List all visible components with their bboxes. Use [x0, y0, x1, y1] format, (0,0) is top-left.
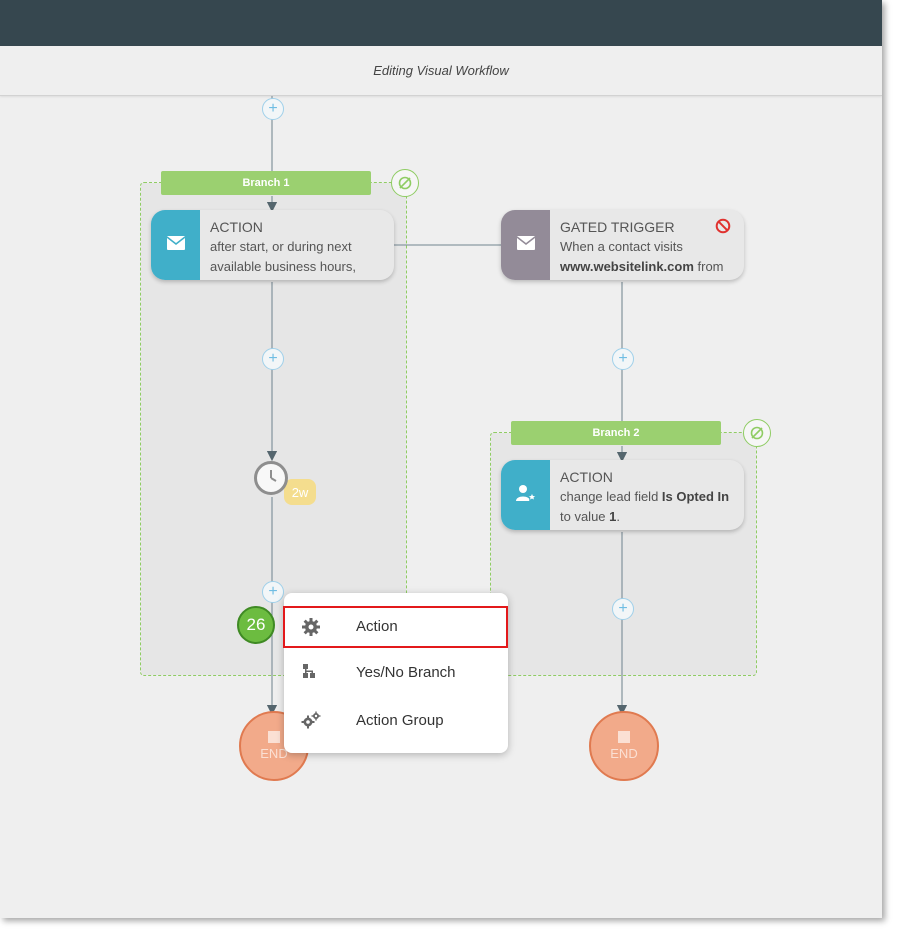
add-step-button[interactable]: + [612, 348, 634, 370]
menu-item-label: Action [356, 618, 398, 635]
connector-lines [266, 96, 628, 716]
plus-icon: + [268, 100, 278, 117]
menu-item-action[interactable]: Action [283, 606, 508, 648]
plus-icon: + [268, 350, 278, 367]
wait-duration-badge[interactable]: 2w [284, 479, 316, 505]
action-card[interactable]: ACTION after start, or during next avail… [151, 210, 394, 280]
card-line: available business hours, [210, 259, 356, 274]
url-text: www.websitelink.com [560, 259, 694, 274]
menu-item-label: Yes/No Branch [356, 664, 456, 681]
card-line: to value 1. [560, 509, 621, 524]
card-line: www.websitelink.com from [560, 259, 724, 274]
plus-icon: + [618, 600, 628, 617]
card-heading: GATED TRIGGER [560, 219, 675, 235]
add-step-button[interactable]: + [262, 98, 284, 120]
menu-item-action-group[interactable]: Action Group [284, 700, 508, 742]
clock-icon[interactable] [254, 461, 288, 495]
envelope-icon [166, 235, 185, 255]
add-step-button[interactable]: + [612, 598, 634, 620]
gated-trigger-card[interactable]: GATED TRIGGER When a contact visits www.… [501, 210, 744, 280]
card-heading: ACTION [560, 469, 613, 485]
workflow-window: Editing Visual Workflow Branch 1 Branch … [0, 0, 882, 918]
menu-item-yes-no-branch[interactable]: Yes/No Branch [284, 652, 508, 694]
gears-icon [301, 711, 321, 731]
card-line: after start, or during next [210, 239, 352, 254]
add-step-button[interactable]: + [262, 348, 284, 370]
stop-icon [268, 731, 280, 743]
branch-icon [301, 663, 321, 683]
gear-icon [301, 617, 321, 637]
add-step-menu: Action Yes/No Branch Action Group [283, 593, 508, 753]
user-star-icon [515, 484, 537, 507]
end-node: END [589, 711, 659, 781]
contact-count-badge[interactable]: 26 [237, 606, 275, 644]
prohibited-icon[interactable] [715, 218, 731, 239]
branch-2-label[interactable]: Branch 2 [511, 421, 721, 445]
card-line: When a contact visits [560, 239, 683, 254]
card-heading: ACTION [210, 219, 263, 235]
reset-branch-icon[interactable] [391, 169, 419, 197]
stop-icon [618, 731, 630, 743]
action-card[interactable]: ACTION change lead field Is Opted In to … [501, 460, 744, 530]
card-line: change lead field Is Opted In [560, 489, 730, 504]
plus-icon: + [618, 350, 628, 367]
envelope-icon [516, 235, 535, 255]
menu-item-label: Action Group [356, 712, 444, 729]
branch-1-label[interactable]: Branch 1 [161, 171, 371, 195]
add-step-button[interactable]: + [262, 581, 284, 603]
reset-branch-icon[interactable] [743, 419, 771, 447]
plus-icon: + [268, 583, 278, 600]
